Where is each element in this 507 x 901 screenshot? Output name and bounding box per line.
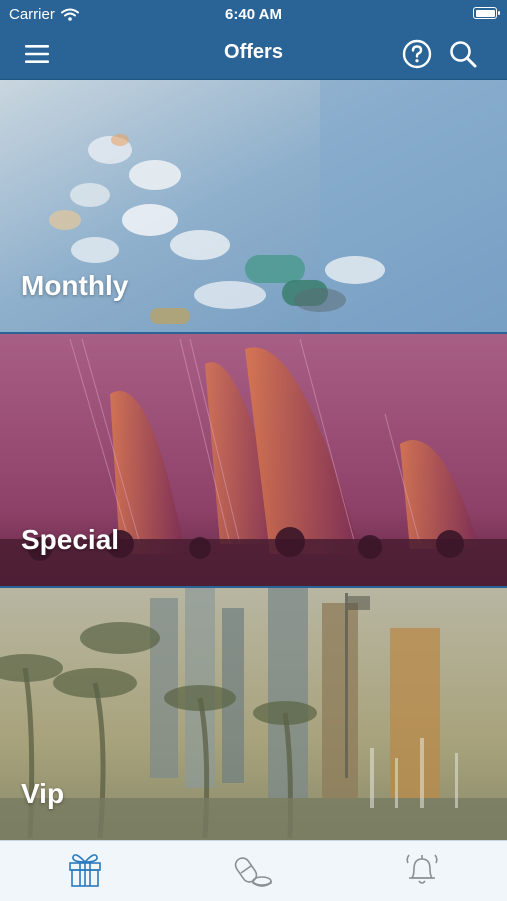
offer-label-vip: Vip bbox=[21, 778, 65, 809]
offer-label-monthly: Monthly bbox=[21, 270, 129, 301]
question-circle-icon bbox=[402, 39, 432, 69]
status-bar: Carrier 6:40 AM bbox=[0, 0, 507, 28]
offers-list: Monthly Special Vip bbox=[0, 80, 507, 840]
status-time: 6:40 AM bbox=[225, 6, 282, 23]
help-button[interactable] bbox=[400, 37, 434, 71]
tab-notifications[interactable] bbox=[398, 847, 446, 891]
offer-tile-monthly[interactable]: Monthly bbox=[0, 80, 507, 332]
gift-icon bbox=[69, 854, 101, 887]
search-button[interactable] bbox=[446, 37, 480, 71]
offer-label-special: Special bbox=[21, 524, 120, 555]
navigation-bar: Offers bbox=[0, 28, 507, 80]
offer-tile-special[interactable]: Special bbox=[0, 334, 507, 586]
tab-medicines[interactable] bbox=[230, 847, 278, 891]
pills-icon bbox=[234, 857, 272, 887]
battery-icon bbox=[473, 7, 500, 19]
offer-tile-vip[interactable]: Vip bbox=[0, 588, 507, 840]
search-icon bbox=[450, 41, 477, 68]
bell-icon bbox=[406, 854, 438, 884]
tab-bar bbox=[0, 840, 507, 901]
tab-offers[interactable] bbox=[61, 847, 109, 891]
offer-image-skyline bbox=[0, 588, 507, 840]
